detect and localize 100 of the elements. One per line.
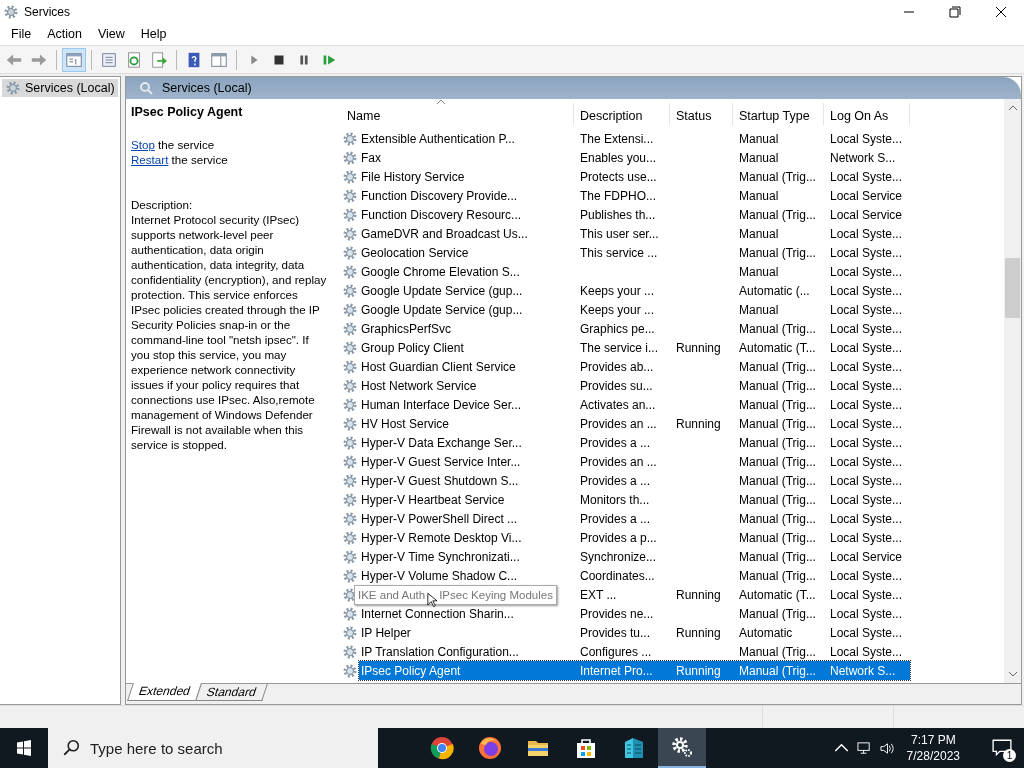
service-row[interactable]: Hyper-V Volume Shadow C... Coordinates... Manual (Trig... Local Syste... — [359, 566, 910, 585]
table-cell-text: Local Syste... — [829, 454, 904, 469]
table-cell-text: Provides an ... — [579, 454, 658, 469]
menu-item[interactable]: View — [89, 27, 133, 41]
action-text: the service — [170, 153, 228, 166]
action-link[interactable]: Stop — [131, 138, 155, 151]
scroll-thumb[interactable] — [1005, 258, 1020, 318]
table-cell-text: Local Syste... — [829, 625, 904, 640]
table-cell-text: Hyper-V Guest Shutdown S... — [360, 473, 520, 488]
table-cell-text: Internet Pro... — [579, 663, 654, 678]
service-row[interactable]: Function Discovery Resourc... Publishes th... Manual (Trig... Local Service — [359, 205, 910, 224]
service-row[interactable]: HV Host Service Provides an ... Running Manual (Trig... Local Syste... — [359, 414, 910, 433]
service-row[interactable]: GameDVR and Broadcast Us... This user ser... Manual Local Syste... — [359, 224, 910, 243]
table-cell-text: IP Helper — [360, 625, 412, 640]
table-cell-text: Keeps your ... — [579, 302, 656, 317]
gear-icon — [342, 472, 358, 489]
table-cell-text: Google Update Service (gup... — [360, 302, 524, 317]
gear-icon — [342, 225, 358, 242]
menu-item[interactable]: Help — [132, 27, 175, 41]
gear-icon — [3, 3, 19, 20]
column-header[interactable]: Status — [670, 103, 733, 125]
service-row[interactable]: IPsec Policy Agent Internet Pro... Running Manual (Trig... Network S... — [359, 661, 910, 680]
service-row[interactable]: Hyper-V Guest Shutdown S... Provides a ... Manual (Trig... Local Syste... — [359, 471, 910, 490]
menu-item[interactable]: File — [3, 27, 40, 41]
table-cell-text: Manual (Trig... — [738, 454, 817, 469]
tree-icon[interactable] — [63, 48, 85, 71]
menu-item[interactable]: Action — [39, 27, 90, 41]
view-tab[interactable]: Standard — [194, 684, 268, 701]
service-row[interactable]: Human Interface Device Ser... Activates an... Manual (Trig... Local Syste... — [359, 395, 910, 414]
gear-icon — [342, 434, 358, 451]
table-cell-text: Local Syste... — [829, 492, 904, 507]
view-tab[interactable]: Extended — [127, 683, 202, 701]
clock-time[interactable]: 7:17 PM — [910, 732, 956, 748]
scroll-up-icon[interactable] — [1008, 105, 1017, 110]
table-cell-text: EXT ... — [579, 587, 618, 602]
table-cell-text: Local Syste... — [829, 245, 904, 260]
table-cell-text: Local Syste... — [829, 644, 904, 659]
tree-item[interactable]: Services (Local) — [2, 79, 118, 97]
tree-item-label[interactable]: Services (Local) — [25, 81, 115, 95]
search-field[interactable]: Type here to search — [48, 728, 378, 768]
table-cell-text: Local Syste... — [829, 264, 904, 279]
table-cell-text: This service ... — [579, 245, 659, 260]
clock-date[interactable]: 7/28/2023 — [906, 748, 960, 764]
action-link[interactable]: Restart — [131, 153, 169, 166]
service-row[interactable]: Hyper-V Data Exchange Ser... Provides a ... Manual (Trig... Local Syste... — [359, 433, 910, 452]
service-row[interactable]: Group Policy Client The service i... Running Automatic (T... Local Syste... — [359, 338, 910, 357]
service-row[interactable]: Hyper-V Time Synchronizati... Synchronize... Manual (Trig... Local Service — [359, 547, 910, 566]
service-row[interactable]: Google Chrome Elevation S... Manual Local Syste... — [359, 262, 910, 281]
service-row[interactable]: Function Discovery Provide... The FDPHO... Manual Local Service — [359, 186, 910, 205]
gear-icon — [5, 80, 21, 96]
gear-icon — [342, 320, 358, 337]
table-cell-text: Manual (Trig... — [738, 606, 817, 621]
service-row[interactable]: Hyper-V PowerShell Direct ... Provides a ... Manual (Trig... Local Syste... — [359, 509, 910, 528]
column-header[interactable]: Log On As — [824, 103, 910, 125]
table-cell-text: Human Interface Device Ser... — [360, 397, 523, 412]
scroll-down-icon[interactable] — [1008, 672, 1017, 677]
table-cell-text: Manual — [738, 264, 780, 279]
table-cell-text: Manual (Trig... — [738, 644, 817, 659]
service-row[interactable]: GraphicsPerfSvc Graphics pe... Manual (Trig... Local Syste... — [359, 319, 910, 338]
gear-icon — [342, 624, 358, 641]
table-cell-text: Automatic (... — [738, 283, 811, 298]
service-row[interactable]: Host Network Service Provides su... Manual (Trig... Local Syste... — [359, 376, 910, 395]
table-cell-text: Local Syste... — [829, 416, 904, 431]
service-row[interactable]: File History Service Protects use... Manual (Trig... Local Syste... — [359, 167, 910, 186]
scrollbar[interactable] — [1004, 99, 1021, 683]
service-row[interactable]: Hyper-V Guest Service Inter... Provides an ... Manual (Trig... Local Syste... — [359, 452, 910, 471]
service-row[interactable]: Extensible Authentication P... The Extensi... Manual Local Syste... — [359, 129, 910, 148]
gear-app-icon[interactable] — [658, 728, 706, 768]
column-header[interactable]: Name — [341, 103, 574, 125]
service-row[interactable]: Hyper-V Remote Desktop Vi... Provides a p... Manual (Trig... Local Syste... — [359, 528, 910, 547]
table-cell-text: Local Syste... — [829, 359, 904, 374]
table-cell-text: Network S... — [829, 150, 897, 165]
table-cell-text: Network S... — [829, 663, 897, 678]
service-row[interactable]: Fax Enables you... Manual Network S... — [359, 148, 910, 167]
table-cell-text: Internet Connection Sharin... — [360, 606, 515, 621]
table-cell-text: Manual (Trig... — [738, 511, 817, 526]
service-row[interactable]: Internet Connection Sharin... Provides ne... Manual (Trig... Local Syste... — [359, 604, 910, 623]
gear-icon — [342, 662, 358, 679]
notification-icon[interactable] — [992, 739, 1012, 757]
service-row[interactable]: Hyper-V Heartbeat Service Monitors th... Manual (Trig... Local Syste... — [359, 490, 910, 509]
table-cell-text: Local Syste... — [829, 397, 904, 412]
gear-icon — [342, 358, 358, 375]
column-header[interactable]: Startup Type — [733, 103, 824, 125]
table-cell-text: Manual (Trig... — [738, 207, 817, 222]
column-header[interactable]: Description — [574, 103, 670, 125]
table-cell-text: Provides ne... — [579, 606, 655, 621]
service-row[interactable]: Google Update Service (gup... Keeps your ... Automatic (... Local Syste... — [359, 281, 910, 300]
service-row[interactable]: IP Translation Configuration... Configures ... Manual (Trig... Local Syste... — [359, 642, 910, 661]
gear-icon — [342, 453, 358, 470]
table-cell-text: Local Syste... — [829, 340, 904, 355]
service-row[interactable]: Geolocation Service This service ... Manual (Trig... Local Syste... — [359, 243, 910, 262]
volume-icon[interactable] — [879, 740, 895, 756]
service-row[interactable]: Google Update Service (gup... Keeps your ... Manual Local Syste... — [359, 300, 910, 319]
service-row[interactable]: Host Guardian Client Service Provides ab... Manual (Trig... Local Syste... — [359, 357, 910, 376]
table-cell-text: Running — [675, 587, 722, 602]
network-icon[interactable] — [856, 740, 872, 756]
service-row[interactable]: IP Helper Provides tu... Running Automatic Local Syste... — [359, 623, 910, 642]
table-cell-text: Provides su... — [579, 378, 654, 393]
table-cell-text: Enables you... — [579, 150, 658, 165]
table-cell-text: Provides a ... — [579, 435, 652, 450]
